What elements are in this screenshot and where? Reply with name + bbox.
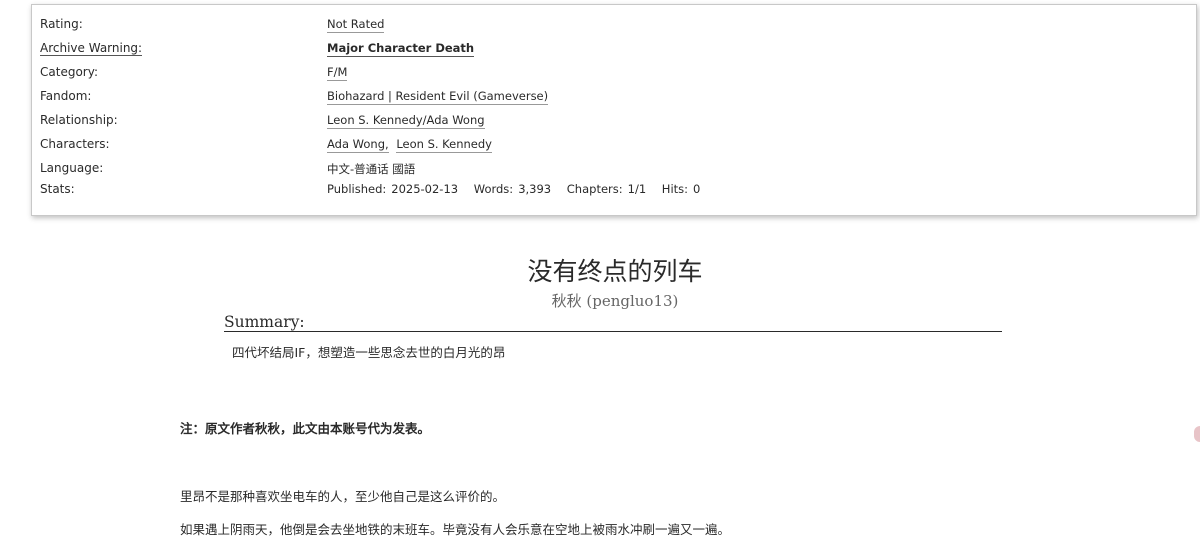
hits-value: 0 — [693, 182, 701, 196]
body-paragraph-2: 如果遇上阴雨天，他倒是会去坐地铁的末班车。毕竟没有人会乐意在空地上被雨水冲刷一遍… — [180, 522, 731, 537]
warning-row: Archive Warning: Major Character Death — [32, 41, 1196, 61]
words-label: Words: — [473, 182, 514, 196]
category-row: Category: F/M — [32, 65, 1196, 85]
relationship-value: Leon S. Kennedy/Ada Wong — [327, 113, 485, 129]
relationship-label: Relationship: — [40, 113, 118, 127]
warning-tag[interactable]: Major Character Death — [327, 41, 475, 57]
fandom-value: Biohazard | Resident Evil (Gameverse) — [327, 89, 549, 105]
characters-value: Ada Wong, Leon S. Kennedy — [327, 137, 492, 153]
rating-label: Rating: — [40, 17, 83, 31]
rating-row: Rating: Not Rated — [32, 17, 1196, 37]
fandom-row: Fandom: Biohazard | Resident Evil (Gamev… — [32, 89, 1196, 109]
words-value: 3,393 — [518, 182, 552, 196]
stats-label: Stats: — [40, 182, 75, 196]
category-tag[interactable]: F/M — [327, 65, 348, 81]
language-value: 中文-普通话 國語 — [327, 162, 416, 176]
language-row: Language: 中文-普通话 國語 — [32, 161, 1196, 181]
summary-text: 四代坏结局IF，想塑造一些思念去世的白月光的昂 — [232, 345, 506, 360]
language-label: Language: — [40, 161, 104, 175]
fandom-label: Fandom: — [40, 89, 92, 103]
chapters-value: 1/1 — [627, 182, 647, 196]
category-label: Category: — [40, 65, 98, 79]
fandom-tag[interactable]: Biohazard | Resident Evil (Gameverse) — [327, 89, 549, 105]
work-title: 没有终点的列车 — [527, 257, 703, 286]
warning-label[interactable]: Archive Warning: — [40, 41, 143, 56]
relationship-row: Relationship: Leon S. Kennedy/Ada Wong — [32, 113, 1196, 133]
work-byline[interactable]: 秋秋 (pengluo13) — [0, 290, 1200, 311]
body-paragraph-1: 里昂不是那种喜欢坐电车的人，至少他自己是这么评价的。 — [180, 489, 506, 504]
character-tag-ada[interactable]: Ada Wong, — [327, 137, 389, 153]
scroll-edge-indicator[interactable] — [1194, 426, 1200, 442]
published-label: Published: — [327, 182, 387, 196]
summary-heading: Summary: — [224, 313, 1002, 332]
published-value: 2025-02-13 — [391, 182, 459, 196]
characters-row: Characters: Ada Wong, Leon S. Kennedy — [32, 137, 1196, 157]
warning-value: Major Character Death — [327, 41, 475, 57]
hits-label: Hits: — [661, 182, 689, 196]
character-tag-leon[interactable]: Leon S. Kennedy — [396, 137, 492, 153]
rating-value: Not Rated — [327, 17, 385, 33]
stats-row: Stats: Published: 2025-02-13 Words: 3,393 … — [32, 182, 1196, 202]
author-note: 注：原文作者秋秋，此文由本账号代为发表。 — [180, 421, 431, 436]
relationship-tag[interactable]: Leon S. Kennedy/Ada Wong — [327, 113, 485, 129]
rating-tag[interactable]: Not Rated — [327, 17, 385, 33]
characters-label: Characters: — [40, 137, 110, 151]
stats-value: Published: 2025-02-13 Words: 3,393 Chapter… — [327, 182, 712, 196]
category-value: F/M — [327, 65, 348, 81]
work-meta-box: Rating: Not Rated Archive Warning: Major… — [31, 4, 1197, 216]
chapters-label: Chapters: — [566, 182, 623, 196]
